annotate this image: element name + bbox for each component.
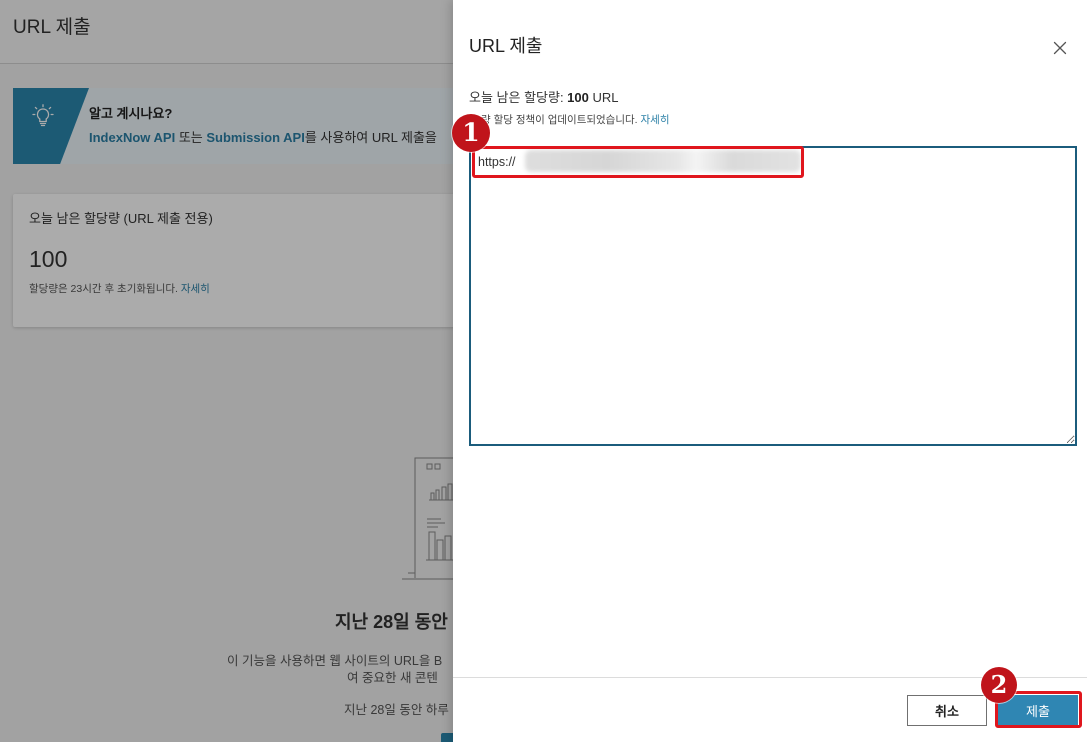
panel-title: URL 제출 (469, 36, 543, 56)
url-textarea[interactable]: https:// (469, 146, 1077, 446)
annotation-highlight-url-input (472, 146, 804, 178)
panel-quota-value: 100 (567, 90, 589, 105)
annotation-step-badge: 1 (452, 114, 490, 152)
close-icon[interactable] (1052, 40, 1068, 56)
panel-quota-line: 오늘 남은 할당량: 100 URL (469, 89, 619, 107)
policy-update-text: 량 할당 정책이 업데이트되었습니다. (481, 114, 641, 126)
policy-update-notice: 량 할당 정책이 업데이트되었습니다. 자세히 (481, 113, 669, 127)
cancel-button[interactable]: 취소 (907, 695, 987, 726)
close-button[interactable] (1052, 40, 1068, 56)
policy-details-link[interactable]: 자세히 (641, 114, 670, 126)
annotation-step-badge: 2 (981, 667, 1017, 703)
panel-quota-unit: URL (588, 90, 619, 105)
submit-url-panel: URL 제출 오늘 남은 할당량: 100 URL 량 할당 정책이 업데이트되… (453, 0, 1087, 742)
panel-quota-label: 오늘 남은 할당량: (469, 90, 568, 105)
